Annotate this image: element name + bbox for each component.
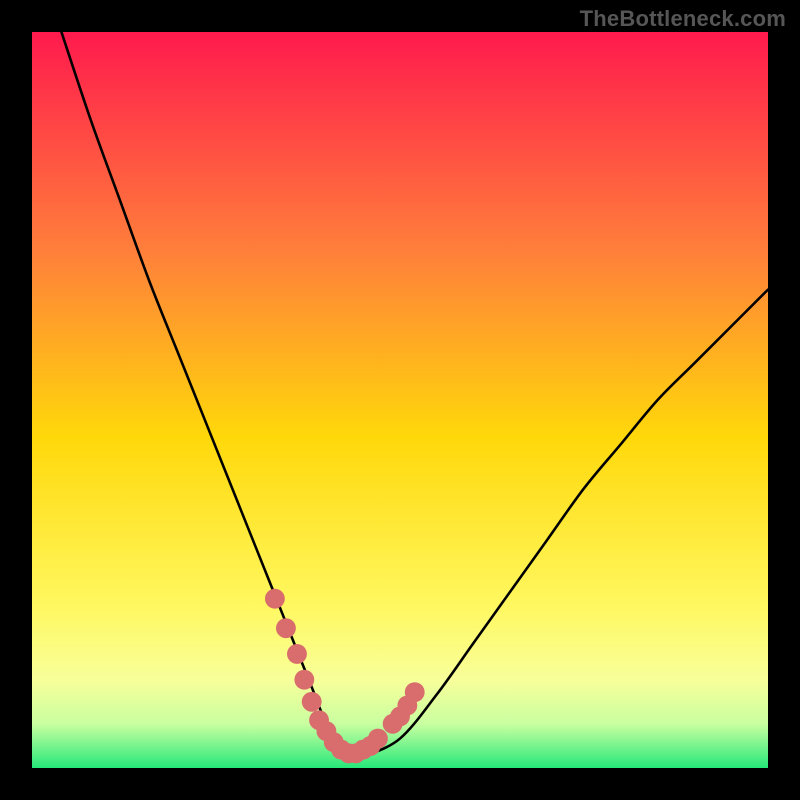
chart-frame: TheBottleneck.com — [0, 0, 800, 800]
marker-cluster-right — [383, 682, 425, 734]
bottleneck-curve — [61, 32, 768, 761]
curve-marker — [265, 589, 285, 609]
marker-cluster-bottom — [324, 729, 388, 764]
curve-marker — [276, 618, 296, 638]
curve-marker — [287, 644, 307, 664]
chart-svg — [32, 32, 768, 768]
curve-marker — [368, 729, 388, 749]
curve-marker — [302, 692, 322, 712]
marker-cluster-left — [265, 589, 336, 741]
plot-area — [32, 32, 768, 768]
watermark-text: TheBottleneck.com — [580, 6, 786, 32]
curve-marker — [405, 682, 425, 702]
curve-marker — [294, 670, 314, 690]
